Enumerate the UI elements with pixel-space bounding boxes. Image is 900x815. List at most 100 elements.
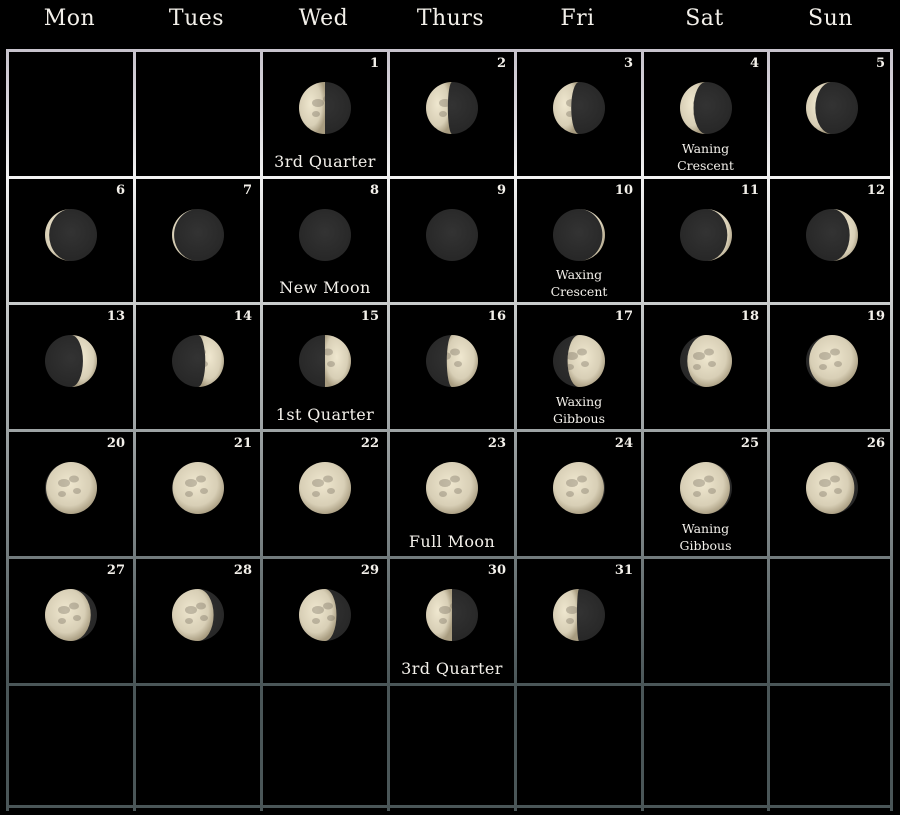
empty-cell — [136, 52, 260, 176]
day-number: 9 — [496, 183, 506, 198]
empty-cell — [136, 686, 260, 808]
phase-label: Waning Gibbous — [679, 521, 732, 553]
empty-cell — [770, 559, 893, 683]
empty-cell — [9, 686, 133, 808]
day-cell[interactable]: 11 — [644, 179, 767, 302]
day-cell[interactable]: 27 — [9, 559, 133, 683]
moon-phase-icon — [679, 82, 732, 134]
day-cell[interactable]: 26 — [770, 432, 893, 556]
empty-cell — [644, 686, 767, 808]
day-cell[interactable]: 14 — [136, 305, 260, 429]
moon-phase-icon — [172, 209, 224, 261]
day-number: 20 — [106, 436, 125, 451]
moon-phase-icon — [172, 462, 224, 514]
day-cell[interactable]: 2 — [390, 52, 514, 176]
weekday-tue: Tues — [168, 6, 225, 31]
moon-phase-icon — [426, 209, 478, 261]
day-cell[interactable]: 28 — [136, 559, 260, 683]
weekday-fri: Fri — [560, 6, 595, 31]
empty-cell — [644, 559, 767, 683]
day-cell[interactable]: 24 — [517, 432, 641, 556]
moon-phase-icon — [553, 335, 605, 387]
day-number: 19 — [866, 309, 885, 324]
moon-phase-icon — [45, 209, 97, 261]
day-cell[interactable]: 10 Waxing Crescent — [517, 179, 641, 302]
day-number: 18 — [740, 309, 759, 324]
day-number: 21 — [233, 436, 252, 451]
moon-phase-icon — [553, 462, 605, 514]
phase-label: 3rd Quarter — [401, 659, 503, 678]
moon-phase-icon — [679, 335, 732, 387]
moon-phase-icon — [679, 462, 732, 514]
moon-phase-icon — [172, 335, 224, 387]
moon-phase-icon — [299, 82, 351, 134]
moon-phase-icon — [172, 589, 224, 641]
phase-label: Waxing Crescent — [550, 267, 608, 299]
day-cell[interactable]: 1 3rd Quarter — [263, 52, 387, 176]
moon-phase-icon — [45, 589, 97, 641]
moon-phase-icon — [45, 335, 97, 387]
moon-phase-icon — [553, 209, 605, 261]
moon-phase-icon — [426, 462, 478, 514]
day-cell[interactable]: 9 — [390, 179, 514, 302]
day-cell[interactable]: 12 — [770, 179, 893, 302]
day-number: 2 — [496, 56, 506, 71]
phase-label: 1st Quarter — [275, 405, 375, 424]
weekday-mon: Mon — [43, 6, 96, 31]
moon-phase-icon — [426, 335, 478, 387]
moon-phase-icon — [299, 209, 351, 261]
phase-label: 3rd Quarter — [274, 152, 376, 171]
moon-phase-icon — [426, 82, 478, 134]
day-cell[interactable]: 8 New Moon — [263, 179, 387, 302]
day-number: 28 — [233, 563, 252, 578]
day-number: 30 — [487, 563, 506, 578]
day-cell[interactable]: 5 — [770, 52, 893, 176]
day-cell[interactable]: 29 — [263, 559, 387, 683]
empty-cell — [263, 686, 387, 808]
day-cell[interactable]: 19 — [770, 305, 893, 429]
moon-phase-icon — [805, 209, 858, 261]
day-cell[interactable]: 23 Full Moon — [390, 432, 514, 556]
day-number: 24 — [614, 436, 633, 451]
weekday-sun: Sun — [808, 6, 853, 31]
day-number: 17 — [614, 309, 633, 324]
day-number: 15 — [360, 309, 379, 324]
day-number: 13 — [106, 309, 125, 324]
empty-cell — [517, 686, 641, 808]
moon-phase-icon — [679, 209, 732, 261]
day-cell[interactable]: 3 — [517, 52, 641, 176]
day-cell[interactable]: 7 — [136, 179, 260, 302]
day-cell[interactable]: 30 3rd Quarter — [390, 559, 514, 683]
day-cell[interactable]: 31 — [517, 559, 641, 683]
day-cell[interactable]: 25 Waning Gibbous — [644, 432, 767, 556]
weekday-sat: Sat — [685, 6, 724, 31]
calendar-grid: 1 3rd Quarter 2 3 4 Waning Crescent 5 6 7 8 New Moo… — [6, 49, 893, 811]
day-number: 8 — [369, 183, 379, 198]
day-number: 25 — [740, 436, 759, 451]
empty-cell — [390, 686, 514, 808]
day-number: 12 — [866, 183, 885, 198]
day-cell[interactable]: 21 — [136, 432, 260, 556]
moon-phase-icon — [805, 335, 858, 387]
day-cell[interactable]: 4 Waning Crescent — [644, 52, 767, 176]
day-cell[interactable]: 22 — [263, 432, 387, 556]
moon-phase-icon — [805, 462, 858, 514]
day-cell[interactable]: 16 — [390, 305, 514, 429]
day-number: 3 — [623, 56, 633, 71]
day-cell[interactable]: 17 Waxing Gibbous — [517, 305, 641, 429]
day-cell[interactable]: 20 — [9, 432, 133, 556]
day-number: 5 — [875, 56, 885, 71]
day-cell[interactable]: 6 — [9, 179, 133, 302]
day-number: 14 — [233, 309, 252, 324]
phase-label: New Moon — [279, 278, 371, 297]
day-cell[interactable]: 18 — [644, 305, 767, 429]
day-cell[interactable]: 13 — [9, 305, 133, 429]
day-number: 16 — [487, 309, 506, 324]
day-cell[interactable]: 15 1st Quarter — [263, 305, 387, 429]
phase-label: Waxing Gibbous — [553, 394, 605, 426]
day-number: 10 — [614, 183, 633, 198]
day-number: 7 — [242, 183, 252, 198]
moon-phase-icon — [553, 82, 605, 134]
day-number: 11 — [740, 183, 759, 198]
empty-cell — [9, 52, 133, 176]
